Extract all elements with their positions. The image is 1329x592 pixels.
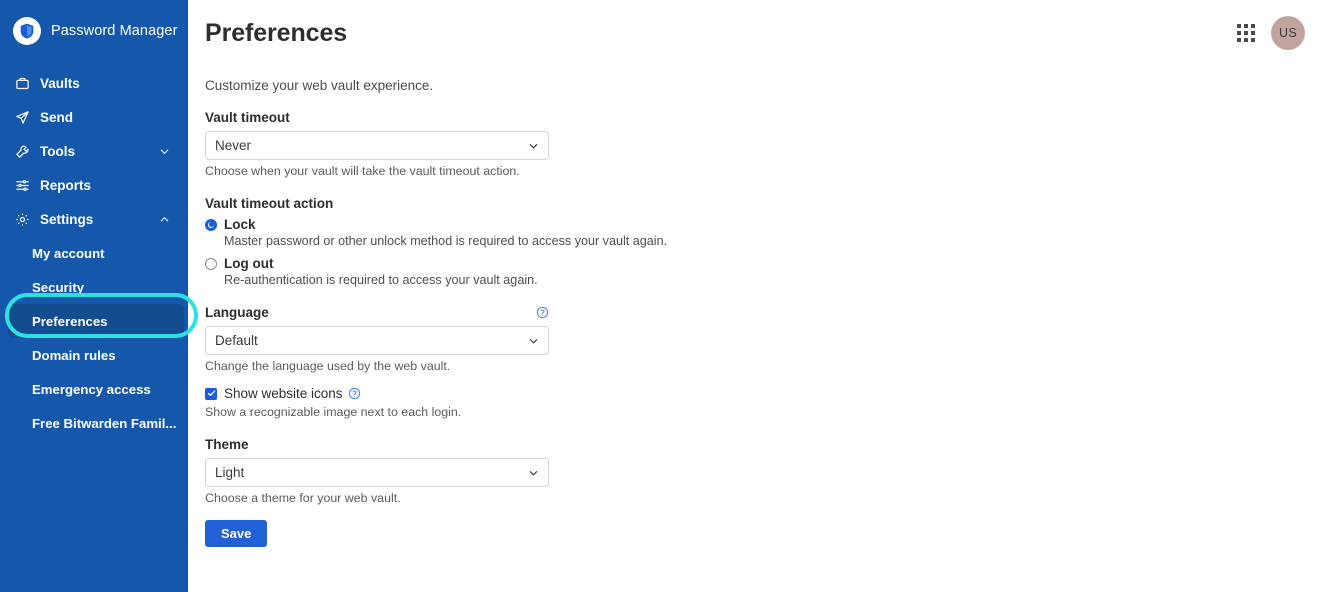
sidebar-item-label: Reports bbox=[40, 177, 92, 193]
sidebar-item-settings[interactable]: Settings bbox=[0, 202, 188, 236]
vault-timeout-value: Never bbox=[215, 138, 252, 153]
sidebar-item-free-bitwarden-families[interactable]: Free Bitwarden Famil... bbox=[0, 406, 188, 440]
show-website-icons-row[interactable]: Show website icons bbox=[205, 386, 1312, 401]
radio-lock-label: Lock bbox=[224, 217, 256, 232]
help-circle-icon[interactable] bbox=[536, 306, 549, 319]
avatar-initials: US bbox=[1279, 26, 1297, 40]
app-root: Password Manager Vaults Send Tools Repor… bbox=[0, 0, 1329, 592]
theme-helper: Choose a theme for your web vault. bbox=[205, 491, 401, 505]
sliders-icon bbox=[14, 177, 31, 194]
avatar[interactable]: US bbox=[1271, 16, 1305, 50]
sidebar-item-my-account[interactable]: My account bbox=[0, 236, 188, 270]
chevron-up-icon[interactable] bbox=[158, 213, 170, 225]
vault-timeout-select[interactable]: Never bbox=[205, 131, 549, 160]
sidebar-item-send[interactable]: Send bbox=[0, 100, 188, 134]
language-value: Default bbox=[215, 333, 258, 348]
theme-label: Theme bbox=[205, 437, 249, 452]
show-website-icons-helper: Show a recognizable image next to each l… bbox=[205, 405, 462, 419]
show-website-icons-group: Show website icons Show a recognizable i… bbox=[205, 386, 1312, 419]
apps-grid-icon[interactable] bbox=[1237, 24, 1255, 42]
sidebar-item-vaults[interactable]: Vaults bbox=[0, 66, 188, 100]
theme-group: Theme Light Choose a theme for your web … bbox=[205, 437, 1312, 505]
sidebar-item-label: Send bbox=[40, 109, 74, 125]
theme-select[interactable]: Light bbox=[205, 458, 549, 487]
radio-logout-label: Log out bbox=[224, 256, 274, 271]
sidebar-item-preferences[interactable]: Preferences bbox=[8, 304, 184, 338]
intro-text: Customize your web vault experience. bbox=[205, 78, 434, 93]
sidebar-subitem-label: My account bbox=[32, 245, 105, 261]
language-group: Language Default Change the language use… bbox=[205, 305, 1312, 373]
sidebar-subitem-label: Free Bitwarden Famil... bbox=[32, 415, 177, 431]
brand[interactable]: Password Manager bbox=[0, 0, 188, 62]
vault-timeout-group: Vault timeout Never Choose when your vau… bbox=[205, 110, 1312, 178]
radio-logout[interactable] bbox=[205, 257, 217, 270]
wrench-icon bbox=[14, 143, 31, 160]
vault-timeout-action-label: Vault timeout action bbox=[205, 196, 334, 211]
sidebar-item-emergency-access[interactable]: Emergency access bbox=[0, 372, 188, 406]
checkbox-show-website-icons[interactable] bbox=[205, 387, 217, 400]
sidebar-item-security[interactable]: Security bbox=[0, 270, 188, 304]
sidebar-subitem-label: Preferences bbox=[32, 313, 108, 329]
sidebar-item-reports[interactable]: Reports bbox=[0, 168, 188, 202]
sidebar-subitem-label: Security bbox=[32, 279, 85, 295]
top-bar: Preferences US bbox=[188, 0, 1329, 66]
radio-option-logout[interactable]: Log out bbox=[205, 256, 1312, 271]
vault-timeout-label: Vault timeout bbox=[205, 110, 290, 125]
sidebar-item-label: Tools bbox=[40, 143, 75, 159]
radio-lock[interactable] bbox=[205, 218, 217, 231]
vault-timeout-helper: Choose when your vault will take the vau… bbox=[205, 164, 520, 178]
sidebar-nav: Vaults Send Tools Reports Settings My ac… bbox=[0, 62, 188, 440]
page-title: Preferences bbox=[205, 18, 348, 47]
vault-timeout-action-group: Vault timeout action Lock Master passwor… bbox=[205, 196, 1312, 287]
sidebar-subitem-label: Emergency access bbox=[32, 381, 151, 397]
chevron-down-icon bbox=[528, 140, 539, 151]
top-bar-actions: US bbox=[1237, 16, 1305, 50]
bitwarden-shield-icon bbox=[13, 17, 41, 45]
radio-option-lock[interactable]: Lock bbox=[205, 217, 1312, 232]
language-label-row: Language bbox=[205, 305, 549, 320]
radio-logout-description: Re-authentication is required to access … bbox=[224, 273, 538, 287]
vault-icon bbox=[14, 75, 31, 92]
language-label: Language bbox=[205, 305, 269, 320]
main-content: Preferences US Customize your web vault … bbox=[188, 0, 1329, 592]
help-circle-icon[interactable] bbox=[348, 387, 361, 400]
settings-submenu: My account Security Preferences Domain r… bbox=[0, 236, 188, 440]
sidebar-subitem-label: Domain rules bbox=[32, 347, 116, 363]
theme-value: Light bbox=[215, 465, 245, 480]
send-paper-plane-icon bbox=[14, 109, 31, 126]
sidebar: Password Manager Vaults Send Tools Repor… bbox=[0, 0, 198, 592]
language-select[interactable]: Default bbox=[205, 326, 549, 355]
sidebar-item-tools[interactable]: Tools bbox=[0, 134, 188, 168]
save-button[interactable]: Save bbox=[205, 520, 268, 547]
chevron-down-icon bbox=[528, 467, 539, 478]
gear-icon bbox=[14, 211, 31, 228]
sidebar-item-domain-rules[interactable]: Domain rules bbox=[0, 338, 188, 372]
chevron-down-icon[interactable] bbox=[158, 145, 170, 157]
sidebar-item-label: Vaults bbox=[40, 75, 80, 91]
chevron-down-icon bbox=[528, 335, 539, 346]
preferences-form: Customize your web vault experience. Vau… bbox=[188, 66, 1329, 592]
radio-lock-description: Master password or other unlock method i… bbox=[224, 234, 668, 248]
sidebar-item-label: Settings bbox=[40, 211, 94, 227]
language-helper: Change the language used by the web vaul… bbox=[205, 359, 451, 373]
brand-name: Password Manager bbox=[51, 23, 178, 39]
show-website-icons-label: Show website icons bbox=[224, 386, 343, 401]
